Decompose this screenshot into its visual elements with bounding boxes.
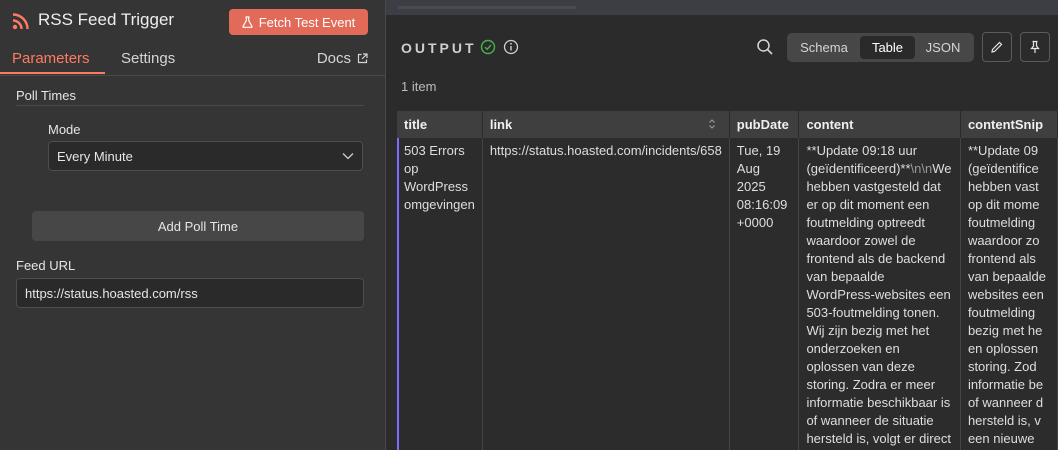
section-divider [16, 105, 364, 106]
snippet-line: foutmelding [967, 215, 1036, 230]
snippet-line: hebben vast [967, 179, 1039, 194]
panel-tabs: Parameters Settings Docs [0, 42, 385, 76]
cell-contentsnippet[interactable]: **Update 09 (geïdentifice hebben vast op… [960, 138, 1058, 450]
panel-divider[interactable] [385, 0, 386, 450]
column-header-title[interactable]: title [397, 111, 483, 138]
snippet-line: waardoor zo [967, 233, 1040, 248]
docs-link[interactable]: Docs [317, 50, 368, 67]
active-tab-indicator [0, 72, 105, 74]
cell-pubdate[interactable]: Tue, 19 Aug 2025 08:16:09 +0000 [729, 138, 800, 450]
view-switcher: Schema Table JSON [787, 33, 974, 62]
tab-settings[interactable]: Settings [121, 50, 175, 67]
mode-select[interactable]: Every Minute [48, 141, 363, 171]
column-header-link[interactable]: link [482, 111, 730, 138]
snippet-line: storing. Zod [967, 359, 1037, 374]
snippet-line: foutmelding [967, 305, 1036, 320]
scroll-indicator[interactable] [398, 6, 576, 9]
snippet-line: informatie be [967, 377, 1044, 392]
snippet-line: bezig met he [967, 323, 1043, 338]
snippet-line: frontend als [967, 251, 1036, 266]
snippet-line: of wanneer d [967, 395, 1044, 410]
external-link-icon [357, 53, 368, 64]
tab-parameters[interactable]: Parameters [12, 50, 90, 67]
chevron-down-icon [342, 153, 354, 160]
content-text-start: **Update 09:18 uur (geïdentificeerd)** [806, 143, 918, 176]
parameters-panel: RSS Feed Trigger Fetch Test Event Parame… [0, 0, 385, 450]
pencil-icon [991, 41, 1003, 53]
row-selection-marker [397, 138, 399, 450]
poll-times-label: Poll Times [16, 88, 76, 103]
fetch-test-event-label: Fetch Test Event [258, 14, 356, 30]
rss-icon [12, 13, 29, 30]
escaped-newlines: \n\n [910, 161, 933, 176]
snippet-line: hersteld is, v [967, 413, 1041, 428]
info-icon[interactable] [503, 39, 519, 55]
snippet-line: een nieuwe [967, 431, 1035, 446]
pin-data-button[interactable] [1020, 32, 1050, 62]
cell-title[interactable]: 503 Errors op WordPress omgevingen [397, 138, 483, 450]
snippet-line: **Update 09 [967, 143, 1039, 158]
content-text-rest: We hebben vastgesteld dat er op dit mome… [806, 161, 952, 450]
feed-url-label: Feed URL [16, 258, 76, 273]
snippet-line: van bepaalde [967, 269, 1047, 284]
mode-select-value: Every Minute [57, 148, 133, 164]
table-row: 503 Errors op WordPress omgevingen https… [397, 138, 1058, 450]
fetch-test-event-button[interactable]: Fetch Test Event [229, 9, 368, 35]
cell-link[interactable]: https://status.hoasted.com/incidents/658 [482, 138, 730, 450]
output-label: OUTPUT [401, 40, 477, 56]
column-header-content[interactable]: content [798, 111, 961, 138]
item-count: 1 item [401, 79, 437, 94]
node-title: RSS Feed Trigger [38, 10, 175, 29]
snippet-line: en oplossen [967, 341, 1039, 356]
search-icon[interactable] [756, 38, 774, 56]
feed-url-input[interactable]: https://status.hoasted.com/rss [16, 278, 364, 308]
view-table-button[interactable]: Table [860, 36, 915, 59]
cell-content[interactable]: **Update 09:18 uur (geïdentificeerd)**\n… [798, 138, 961, 450]
pin-icon [1030, 40, 1040, 53]
check-circle-icon [480, 39, 496, 55]
flask-icon [242, 16, 253, 28]
docs-label: Docs [316, 50, 351, 67]
column-header-pubdate[interactable]: pubDate [729, 111, 800, 138]
add-poll-time-button[interactable]: Add Poll Time [32, 211, 364, 241]
edit-output-button[interactable] [982, 32, 1012, 62]
snippet-line: (geïdentifice [967, 161, 1039, 176]
column-header-contentsnippet[interactable]: contentSnip [960, 111, 1058, 138]
snippet-line: websites een [967, 287, 1044, 302]
snippet-line: op dit mome [967, 197, 1040, 212]
output-table: title link pubDate content contentSnip 5… [397, 111, 1058, 450]
node-header: RSS Feed Trigger Fetch Test Event [0, 0, 385, 42]
table-header-row: title link pubDate content contentSnip [397, 111, 1058, 138]
sort-icon[interactable] [707, 118, 717, 130]
view-schema-button[interactable]: Schema [787, 33, 861, 62]
mode-label: Mode [48, 122, 81, 137]
view-json-button[interactable]: JSON [915, 33, 971, 62]
column-header-link-label: link [489, 117, 513, 132]
